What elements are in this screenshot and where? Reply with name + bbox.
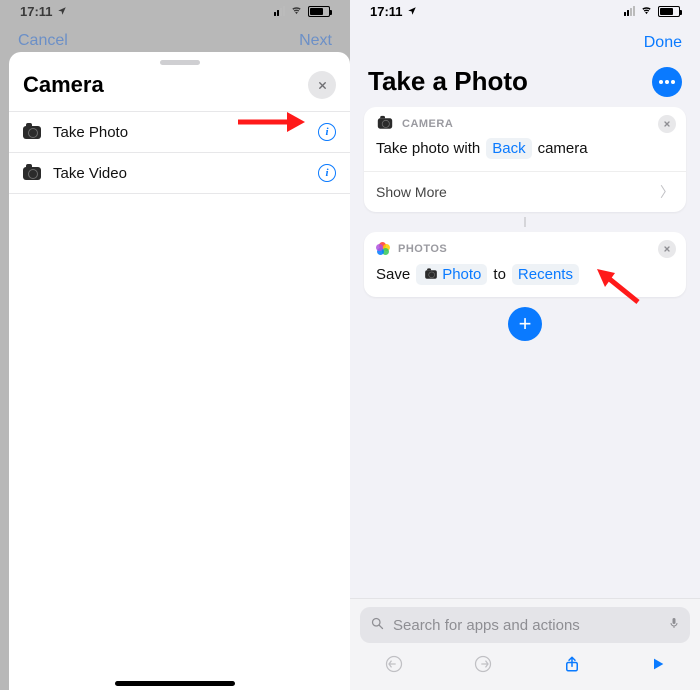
undo-button[interactable] bbox=[384, 654, 404, 679]
cancel-button[interactable]: Cancel bbox=[18, 32, 68, 50]
phone-screen-left: 17:11 Cancel Next Camera Take P bbox=[0, 0, 350, 690]
token-photo[interactable]: Photo bbox=[416, 264, 487, 285]
dimmed-nav: Cancel Next bbox=[0, 22, 350, 50]
cellular-icon bbox=[624, 6, 635, 16]
close-button[interactable] bbox=[308, 71, 336, 99]
camera-icon bbox=[23, 126, 41, 139]
action-list: Take Photo i Take Video i bbox=[9, 111, 350, 194]
card-app-label: PHOTOS bbox=[398, 243, 447, 255]
battery-icon bbox=[658, 6, 680, 17]
microphone-icon[interactable] bbox=[668, 615, 680, 635]
flow-connector bbox=[524, 217, 526, 227]
photos-icon bbox=[376, 242, 390, 256]
wifi-icon bbox=[289, 4, 304, 19]
sheet-title: Camera bbox=[23, 72, 104, 98]
run-button[interactable] bbox=[650, 656, 666, 677]
card-text: Take photo with bbox=[376, 140, 480, 157]
row-take-photo[interactable]: Take Photo i bbox=[9, 112, 350, 153]
show-more-label: Show More bbox=[376, 184, 447, 200]
card-text: camera bbox=[538, 140, 588, 157]
action-sheet: Camera Take Photo i Take Video i bbox=[9, 52, 350, 690]
done-button[interactable]: Done bbox=[644, 34, 682, 52]
card-text: Save bbox=[376, 266, 410, 283]
location-icon bbox=[407, 4, 417, 19]
search-input[interactable]: Search for apps and actions bbox=[360, 607, 690, 643]
card-photos-action[interactable]: PHOTOS Save Photo to Recents bbox=[364, 232, 686, 297]
battery-icon bbox=[308, 6, 330, 17]
card-app-label: CAMERA bbox=[402, 118, 453, 130]
info-icon[interactable]: i bbox=[318, 123, 336, 141]
location-icon bbox=[57, 4, 67, 19]
toolbar bbox=[360, 643, 690, 686]
wifi-icon bbox=[639, 4, 654, 19]
card-camera-action[interactable]: CAMERA Take photo with Back camera Show … bbox=[364, 107, 686, 212]
cellular-icon bbox=[274, 6, 285, 16]
status-bar: 17:11 bbox=[0, 0, 350, 22]
search-placeholder: Search for apps and actions bbox=[393, 617, 580, 634]
page-title: Take a Photo bbox=[368, 66, 528, 97]
camera-icon bbox=[378, 118, 392, 128]
row-label: Take Video bbox=[53, 165, 306, 182]
search-icon bbox=[370, 616, 385, 635]
video-camera-icon bbox=[23, 167, 41, 180]
info-icon[interactable]: i bbox=[318, 164, 336, 182]
status-bar: 17:11 bbox=[350, 0, 700, 22]
row-take-video[interactable]: Take Video i bbox=[9, 153, 350, 194]
status-time: 17:11 bbox=[20, 4, 53, 19]
more-button[interactable] bbox=[652, 67, 682, 97]
chevron-right-icon: 〉 bbox=[660, 182, 674, 202]
token-camera-direction[interactable]: Back bbox=[486, 138, 531, 159]
bottom-panel: Search for apps and actions bbox=[350, 598, 700, 690]
card-close-icon[interactable] bbox=[658, 115, 676, 133]
phone-screen-right: 17:11 Done Take a Photo CAMERA Take phot… bbox=[350, 0, 700, 690]
card-text: to bbox=[493, 266, 506, 283]
show-more-row[interactable]: Show More 〉 bbox=[364, 171, 686, 212]
card-close-icon[interactable] bbox=[658, 240, 676, 258]
redo-button[interactable] bbox=[473, 654, 493, 679]
status-time: 17:11 bbox=[370, 4, 403, 19]
next-button[interactable]: Next bbox=[299, 32, 332, 50]
camera-icon bbox=[425, 270, 437, 278]
add-action-button[interactable]: + bbox=[508, 307, 542, 341]
share-button[interactable] bbox=[563, 653, 581, 680]
home-indicator[interactable] bbox=[115, 681, 235, 686]
row-label: Take Photo bbox=[53, 124, 306, 141]
token-album[interactable]: Recents bbox=[512, 264, 579, 285]
